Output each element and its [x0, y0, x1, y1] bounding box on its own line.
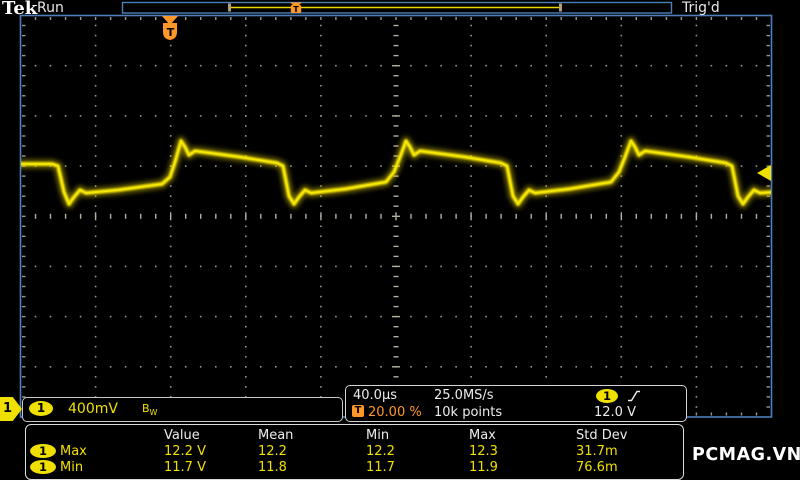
channel-readout-box[interactable]: 1 400mV BW [22, 397, 343, 422]
meas-label: Min [60, 460, 164, 475]
measurement-row-min: 1 Min 11.7 V 11.8 11.7 11.9 76.6m [26, 459, 683, 475]
meas-label: Max [60, 444, 164, 459]
trigger-position-marker-icon[interactable]: T [162, 16, 178, 40]
bw-main: B [142, 402, 150, 415]
measurement-row-max: 1 Max 12.2 V 12.2 12.2 12.3 31.7m [26, 443, 683, 459]
meas-stddev: 76.6m [576, 460, 683, 475]
slope-rising-icon [627, 389, 641, 403]
channel-1-badge: 1 [30, 460, 56, 474]
horizontal-trigger-readout-box[interactable]: 40.0μs 25.0MS/s 1 T 20.00 % 10k points 1… [345, 385, 687, 422]
oscilloscope-screen: T T Tek Run Trig'd 1 1 400mV BW 40.0μs 2… [0, 0, 800, 480]
channel-1-badge: 1 [30, 444, 56, 458]
record-length-readout: 10k points [434, 405, 502, 420]
pcmag-watermark: PCMAG.VN [692, 445, 800, 465]
meas-max: 12.3 [469, 444, 576, 459]
meas-min: 12.2 [366, 444, 469, 459]
meas-max: 11.9 [469, 460, 576, 475]
meas-stddev: 31.7m [576, 444, 683, 459]
acquisition-status: Run [37, 0, 64, 16]
trigger-position-readout: 20.00 % [368, 405, 422, 420]
bandwidth-limit-icon: BW [142, 402, 157, 417]
acq-window-left-bracket-icon [228, 4, 231, 12]
trigger-level-arrow-icon[interactable] [757, 165, 771, 181]
col-stddev: Std Dev [576, 428, 683, 443]
measurement-table: Value Mean Min Max Std Dev 1 Max 12.2 V … [25, 424, 684, 480]
trigger-status: Trig'd [682, 0, 720, 16]
meas-mean: 11.8 [258, 460, 366, 475]
acquisition-preview-bar[interactable]: T [123, 3, 672, 15]
trigger-level-readout: 12.0 V [594, 405, 636, 420]
col-mean: Mean [258, 428, 366, 443]
meas-value: 12.2 V [164, 444, 258, 459]
channel-scale: 400mV [68, 401, 118, 417]
timebase-readout: 40.0μs [353, 388, 397, 403]
meas-min: 11.7 [366, 460, 469, 475]
acq-window-right-bracket-icon [559, 4, 562, 12]
trigger-t-icon: T [352, 405, 364, 417]
sample-rate-readout: 25.0MS/s [434, 388, 494, 403]
svg-text:T: T [167, 26, 175, 39]
svg-text:T: T [293, 5, 299, 14]
trigger-source-badge: 1 [596, 389, 618, 403]
meas-mean: 12.2 [258, 444, 366, 459]
col-max: Max [469, 428, 576, 443]
graticule-grid [22, 17, 770, 416]
measurement-header-row: Value Mean Min Max Std Dev [26, 427, 683, 443]
tek-logo: Tek [2, 0, 37, 19]
waveform-trace-ch1 [20, 141, 775, 204]
col-min: Min [366, 428, 469, 443]
col-value: Value [164, 428, 258, 443]
bw-sub: W [150, 408, 158, 417]
meas-value: 11.7 V [164, 460, 258, 475]
channel-1-badge: 1 [29, 401, 53, 416]
